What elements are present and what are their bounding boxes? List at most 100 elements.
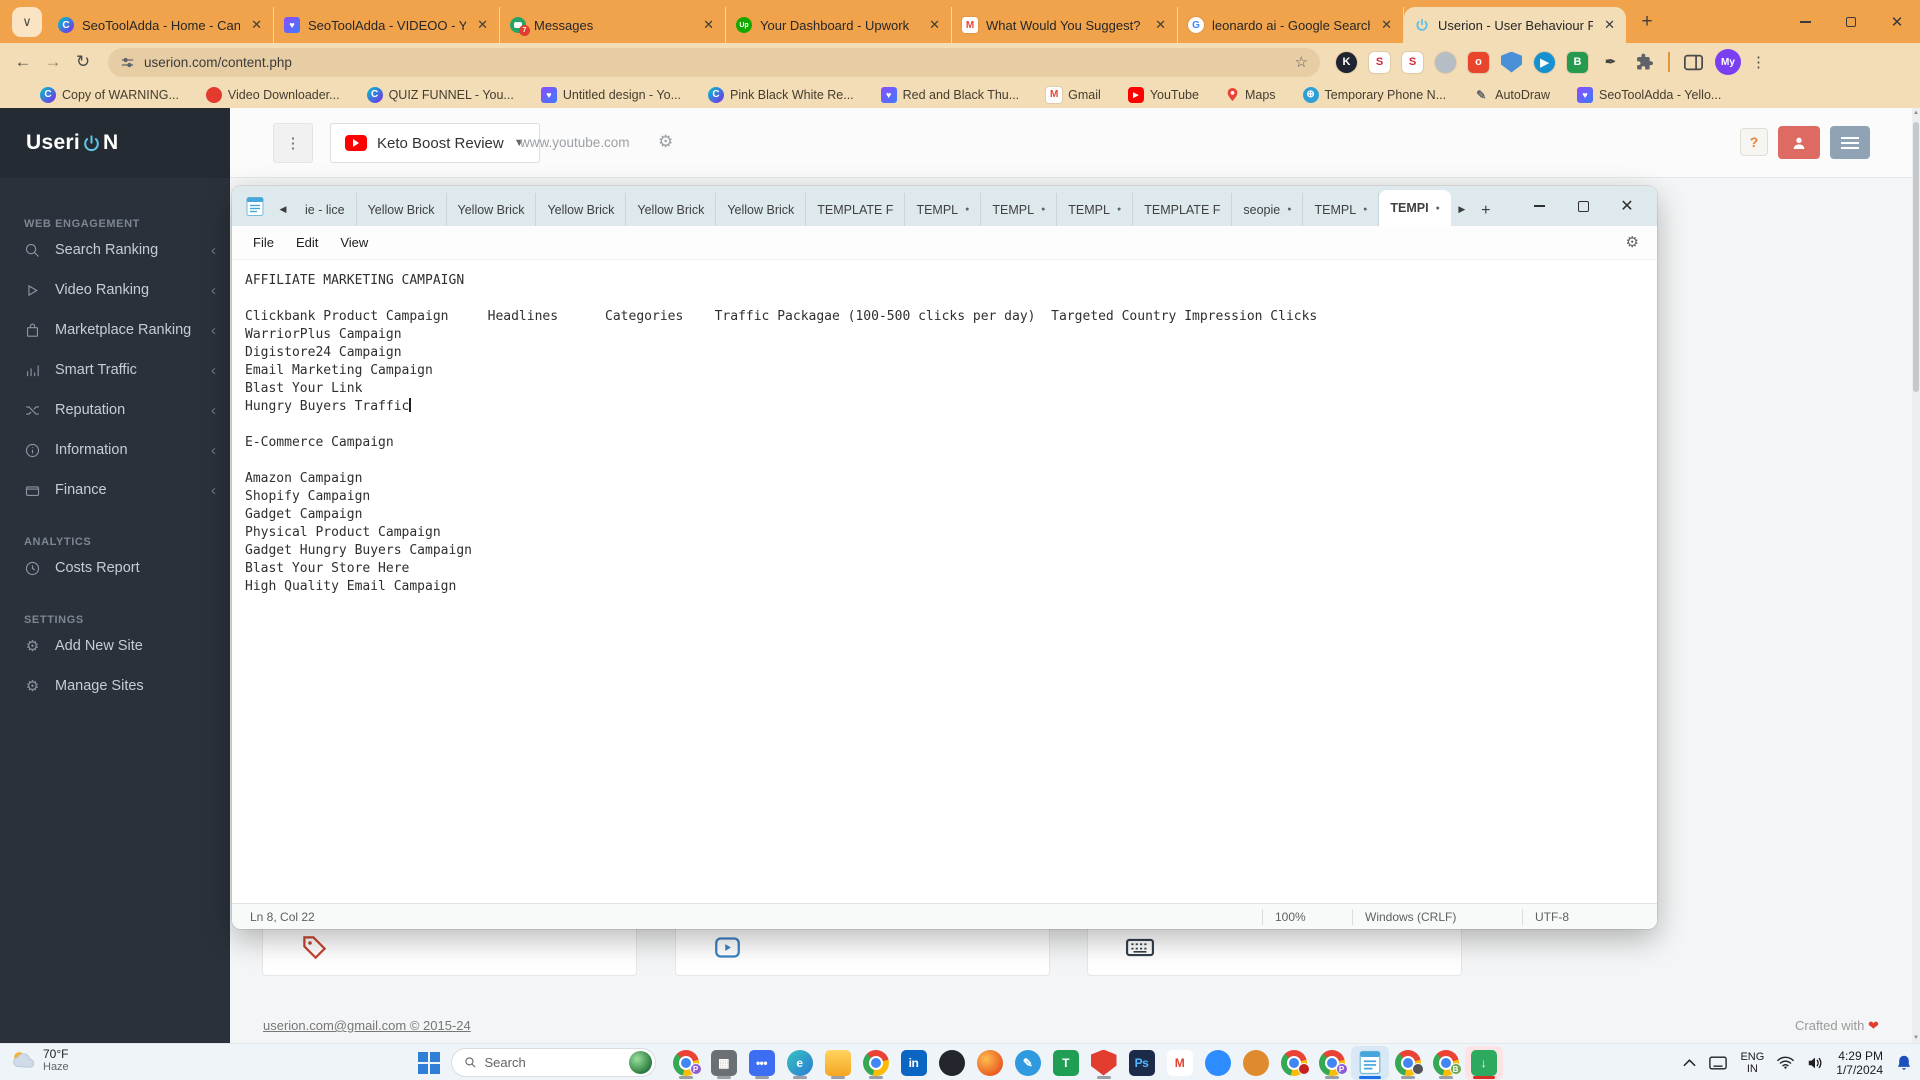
taskbar-search-box[interactable]: Search — [451, 1048, 656, 1077]
bookmark-item-autodraw[interactable]: ✎AutoDraw — [1473, 87, 1550, 103]
bookmark-item[interactable]: ♥SeoToolAdda - Yello... — [1577, 87, 1721, 103]
extension-icon-o-red[interactable]: o — [1468, 52, 1489, 73]
browser-tab-userion-active[interactable]: Userion - User Behaviour Facto ✕ — [1404, 7, 1626, 43]
notepad-tab[interactable]: Yellow Brick — [716, 193, 806, 226]
profile-button[interactable] — [1778, 126, 1820, 159]
tab-close-icon[interactable]: ✕ — [700, 17, 717, 33]
taskbar-icon-chrome-profile-p[interactable]: P — [667, 1046, 705, 1080]
notepad-tab[interactable]: seopie● — [1232, 193, 1303, 226]
bookmark-item[interactable]: CPink Black White Re... — [708, 87, 854, 103]
profile-avatar[interactable]: My — [1715, 49, 1741, 75]
notepad-text[interactable]: AFFILIATE MARKETING CAMPAIGN Clickbank P… — [232, 260, 1657, 596]
wifi-icon[interactable] — [1777, 1056, 1794, 1069]
sidebar-item-video-ranking[interactable]: Video Ranking‹ — [0, 270, 230, 310]
extension-icon-camera-gray[interactable] — [1435, 52, 1456, 73]
scroll-up-icon[interactable]: ▲ — [1912, 110, 1920, 116]
notepad-tab[interactable]: Yellow Brick — [626, 193, 716, 226]
bookmark-star-icon[interactable]: ☆ — [1295, 53, 1308, 71]
bookmark-item[interactable]: ♥Untitled design - Yo... — [541, 87, 681, 103]
taskbar-icon-gray-app-tile[interactable]: ▦ — [705, 1046, 743, 1080]
address-bar[interactable]: userion.com/content.php ☆ — [108, 48, 1320, 77]
taskbar-icon-linkedin[interactable]: in — [895, 1046, 933, 1080]
taskbar-icon-chrome-profile-b[interactable]: B — [1427, 1046, 1465, 1080]
minimize-button[interactable] — [1782, 0, 1828, 43]
scroll-down-icon[interactable]: ▼ — [1912, 1035, 1920, 1041]
extension-icon-dollar-s-2[interactable]: S — [1402, 52, 1423, 73]
bookmark-item-youtube[interactable]: ▶YouTube — [1128, 87, 1199, 103]
sidebar-item-information[interactable]: Information‹ — [0, 430, 230, 470]
tab-close-icon[interactable]: ✕ — [1152, 17, 1169, 33]
footer-copyright-link[interactable]: userion.com@gmail.com © 2015-24 — [263, 1018, 471, 1033]
bookmark-item-gmail[interactable]: MGmail — [1046, 87, 1101, 103]
browser-tab-videoo[interactable]: ♥ SeoToolAdda - VIDEOO - YouTu ✕ — [274, 7, 500, 43]
volume-icon[interactable] — [1807, 1056, 1823, 1070]
taskbar-icon-red-shield-app[interactable] — [1085, 1046, 1123, 1080]
site-settings-gear-icon[interactable]: ⚙ — [658, 132, 673, 152]
extension-icon-keywords-k[interactable]: K — [1336, 52, 1357, 73]
notepad-tab[interactable]: TEMPL● — [981, 193, 1057, 226]
taskbar-icon-notepad[interactable] — [1351, 1046, 1389, 1080]
taskbar-icon-orange-app[interactable] — [1237, 1046, 1275, 1080]
tab-search-button[interactable]: ∨ — [12, 7, 42, 37]
sidebar-item-reputation[interactable]: Reputation‹ — [0, 390, 230, 430]
reload-icon[interactable]: ↻ — [68, 52, 98, 72]
url-text[interactable]: userion.com/content.php — [144, 55, 1286, 70]
extension-icon-play-blue[interactable]: ▶ — [1534, 52, 1555, 73]
site-selector-dropdown[interactable]: Keto Boost Review ▼ — [330, 123, 540, 163]
maximize-button[interactable] — [1828, 0, 1874, 43]
taskbar-icon-blue-pen-app[interactable]: ✎ — [1009, 1046, 1047, 1080]
notepad-tab[interactable]: TEMPL● — [905, 193, 981, 226]
menu-edit[interactable]: Edit — [285, 235, 329, 250]
close-button[interactable]: ✕ — [1874, 0, 1920, 43]
browser-tab-upwork[interactable]: Up Your Dashboard - Upwork ✕ — [726, 7, 952, 43]
header-more-button[interactable]: ⋮ — [273, 123, 313, 163]
notepad-maximize-button[interactable] — [1561, 188, 1605, 224]
notepad-tab[interactable]: TEMPL● — [1303, 193, 1379, 226]
start-button[interactable] — [418, 1052, 440, 1074]
notification-bell-icon[interactable] — [1896, 1054, 1912, 1071]
extension-icon-b-green[interactable]: B — [1567, 52, 1588, 73]
sidebar-item-smart-traffic[interactable]: Smart Traffic‹ — [0, 350, 230, 390]
notepad-title-bar[interactable]: ◀ ie - lice Yellow Brick Yellow Brick Ye… — [232, 186, 1657, 226]
taskbar-icon-photoshop[interactable]: Ps — [1123, 1046, 1161, 1080]
tab-close-icon[interactable]: ✕ — [474, 17, 491, 33]
taskbar-icon-file-explorer[interactable] — [819, 1046, 857, 1080]
chrome-menu-icon[interactable]: ⋮ — [1741, 53, 1780, 71]
site-settings-icon[interactable] — [120, 55, 135, 70]
notepad-tab[interactable]: TEMPL● — [1057, 193, 1133, 226]
taskbar-icon-cloud-download[interactable]: ↓ — [1465, 1046, 1503, 1080]
extension-icon-dollar-s-1[interactable]: S — [1369, 52, 1390, 73]
notepad-tab[interactable]: Yellow Brick — [536, 193, 626, 226]
browser-tab-messages[interactable]: 7 Messages ✕ — [500, 7, 726, 43]
taskbar-icon-chrome-profile-p2[interactable]: P — [1313, 1046, 1351, 1080]
bookmark-item[interactable]: Video Downloader... — [206, 87, 340, 103]
notepad-tab-active[interactable]: TEMPI● — [1379, 190, 1450, 226]
sidebar-item-finance[interactable]: Finance‹ — [0, 470, 230, 510]
forward-icon[interactable]: → — [38, 52, 68, 72]
taskbar-icon-chat-app[interactable]: ••• — [743, 1046, 781, 1080]
bookmark-item[interactable]: CQUIZ FUNNEL - You... — [367, 87, 514, 103]
extension-icon-ink-pen[interactable]: ✒ — [1600, 52, 1621, 73]
notepad-tab[interactable]: TEMPLATE F — [806, 193, 905, 226]
tray-chevron-up-icon[interactable] — [1683, 1059, 1696, 1067]
search-daily-image[interactable] — [629, 1051, 652, 1074]
sidebar-item-search-ranking[interactable]: Search Ranking‹ — [0, 230, 230, 270]
notepad-minimize-button[interactable] — [1517, 188, 1561, 224]
taskbar-icon-chrome[interactable] — [857, 1046, 895, 1080]
sidebar-item-manage-sites[interactable]: ⚙ Manage Sites — [0, 666, 230, 706]
sidebar-item-marketplace-ranking[interactable]: Marketplace Ranking‹ — [0, 310, 230, 350]
notepad-tab[interactable]: ie - lice — [294, 193, 357, 226]
userion-logo[interactable]: Useri N — [0, 108, 230, 178]
taskbar-icon-github[interactable] — [933, 1046, 971, 1080]
browser-tab-google-search[interactable]: G leonardo ai - Google Search ✕ — [1178, 7, 1404, 43]
tray-clock[interactable]: 4:29 PM1/7/2024 — [1836, 1049, 1883, 1077]
menu-file[interactable]: File — [242, 235, 285, 250]
extension-icon-extensions-puzzle[interactable] — [1633, 52, 1654, 73]
tab-close-icon[interactable]: ✕ — [248, 17, 265, 33]
scrollbar-thumb[interactable] — [1913, 122, 1919, 392]
bookmark-item-maps[interactable]: Maps — [1226, 87, 1276, 102]
bookmark-item[interactable]: ⊕Temporary Phone N... — [1303, 87, 1447, 103]
notepad-tab[interactable]: TEMPLATE F — [1133, 193, 1232, 226]
browser-tab-gmail[interactable]: M What Would You Suggest? - my ✕ — [952, 7, 1178, 43]
tab-scroll-right-icon[interactable]: ▶ — [1451, 194, 1473, 224]
